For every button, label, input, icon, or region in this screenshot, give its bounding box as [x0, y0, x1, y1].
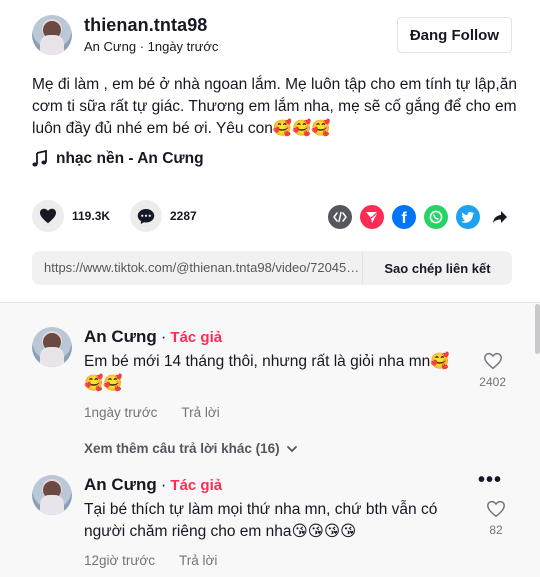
comment-item: An Cưng · Tác giả Em bé mới 14 tháng thô… [32, 327, 512, 427]
chevron-down-icon [286, 445, 297, 452]
comment-like-count: 2402 [479, 375, 506, 389]
like-action[interactable]: 119.3K [32, 200, 110, 232]
comment-time: 1ngày trước [84, 405, 158, 420]
author-username[interactable]: thienan.tnta98 [84, 15, 207, 36]
heart-outline-icon [483, 352, 502, 370]
heart-outline-icon [487, 500, 505, 518]
like-button[interactable] [32, 200, 64, 232]
embed-icon[interactable] [328, 205, 352, 229]
comment-like-count: 82 [489, 523, 503, 537]
video-caption: Mẹ đi làm , em bé ở nhà ngoan lắm. Mẹ lu… [32, 76, 517, 137]
comment-time: 12giờ trước [84, 553, 156, 568]
author-badge: Tác giả [170, 476, 223, 494]
comments-scrollbar[interactable] [535, 304, 540, 354]
twitter-icon[interactable] [456, 205, 480, 229]
action-bar: 119.3K 2287 f [32, 200, 512, 234]
comment-header: An Cưng · Tác giả [84, 475, 222, 495]
music-label: nhạc nền - An Cưng [56, 150, 204, 167]
more-options-icon[interactable]: ••• [478, 470, 502, 490]
video-link-box: https://www.tiktok.com/@thienan.tnta98/v… [32, 251, 512, 285]
whatsapp-icon[interactable] [424, 205, 448, 229]
send-to-friends-icon[interactable] [360, 205, 384, 229]
author-badge: Tác giả [170, 328, 223, 346]
reply-button[interactable]: Trả lời [179, 553, 217, 568]
separator: · [160, 475, 167, 494]
following-button[interactable]: Đang Follow [396, 17, 512, 53]
music-link[interactable]: nhạc nền - An Cưng [32, 150, 204, 168]
post-time: 1ngày trước [147, 39, 219, 54]
author-nickname[interactable]: An Cưng [84, 39, 136, 54]
comment-button[interactable] [130, 200, 162, 232]
heart-icon [40, 208, 56, 224]
copy-link-button[interactable]: Sao chép liên kết [362, 251, 512, 285]
share-icons: f [328, 205, 512, 229]
view-more-label: Xem thêm câu trả lời khác (16) [84, 441, 280, 456]
comment-header: An Cưng · Tác giả [84, 327, 222, 347]
music-note-icon [32, 150, 47, 167]
comment-meta: 12giờ trước Trả lời [84, 553, 217, 568]
reply-button[interactable]: Trả lời [181, 405, 219, 420]
commenter-name[interactable]: An Cưng [84, 475, 157, 495]
commenter-avatar[interactable] [32, 327, 72, 367]
comment-text: Em bé mới 14 tháng thôi, nhưng rất là gi… [84, 353, 450, 392]
separator: · [136, 39, 148, 54]
comment-like[interactable]: 82 [486, 500, 506, 537]
facebook-icon[interactable]: f [392, 205, 416, 229]
post-header: thienan.tnta98 An Cưng · 1ngày trước Đan… [32, 15, 512, 57]
video-url[interactable]: https://www.tiktok.com/@thienan.tnta98/v… [44, 260, 362, 275]
comment-icon [137, 208, 155, 224]
separator: · [160, 327, 167, 346]
view-more-replies[interactable]: Xem thêm câu trả lời khác (16) [84, 441, 298, 456]
commenter-name[interactable]: An Cưng [84, 327, 157, 347]
comment-text: Tại bé thích tự làm mọi thứ nha mn, chứ … [84, 501, 438, 540]
comment-count: 2287 [170, 209, 197, 223]
commenter-avatar[interactable] [32, 475, 72, 515]
like-count: 119.3K [72, 209, 111, 223]
share-arrow-icon[interactable] [488, 205, 512, 229]
comment-meta: 1ngày trước Trả lời [84, 405, 220, 420]
author-avatar[interactable] [32, 15, 72, 55]
comment-item: An Cưng · Tác giả ••• Tại bé thích tự là… [32, 470, 512, 575]
comment-action[interactable]: 2287 [130, 200, 197, 232]
comment-like[interactable]: 2402 [479, 352, 506, 389]
author-subline: An Cưng · 1ngày trước [84, 39, 218, 54]
